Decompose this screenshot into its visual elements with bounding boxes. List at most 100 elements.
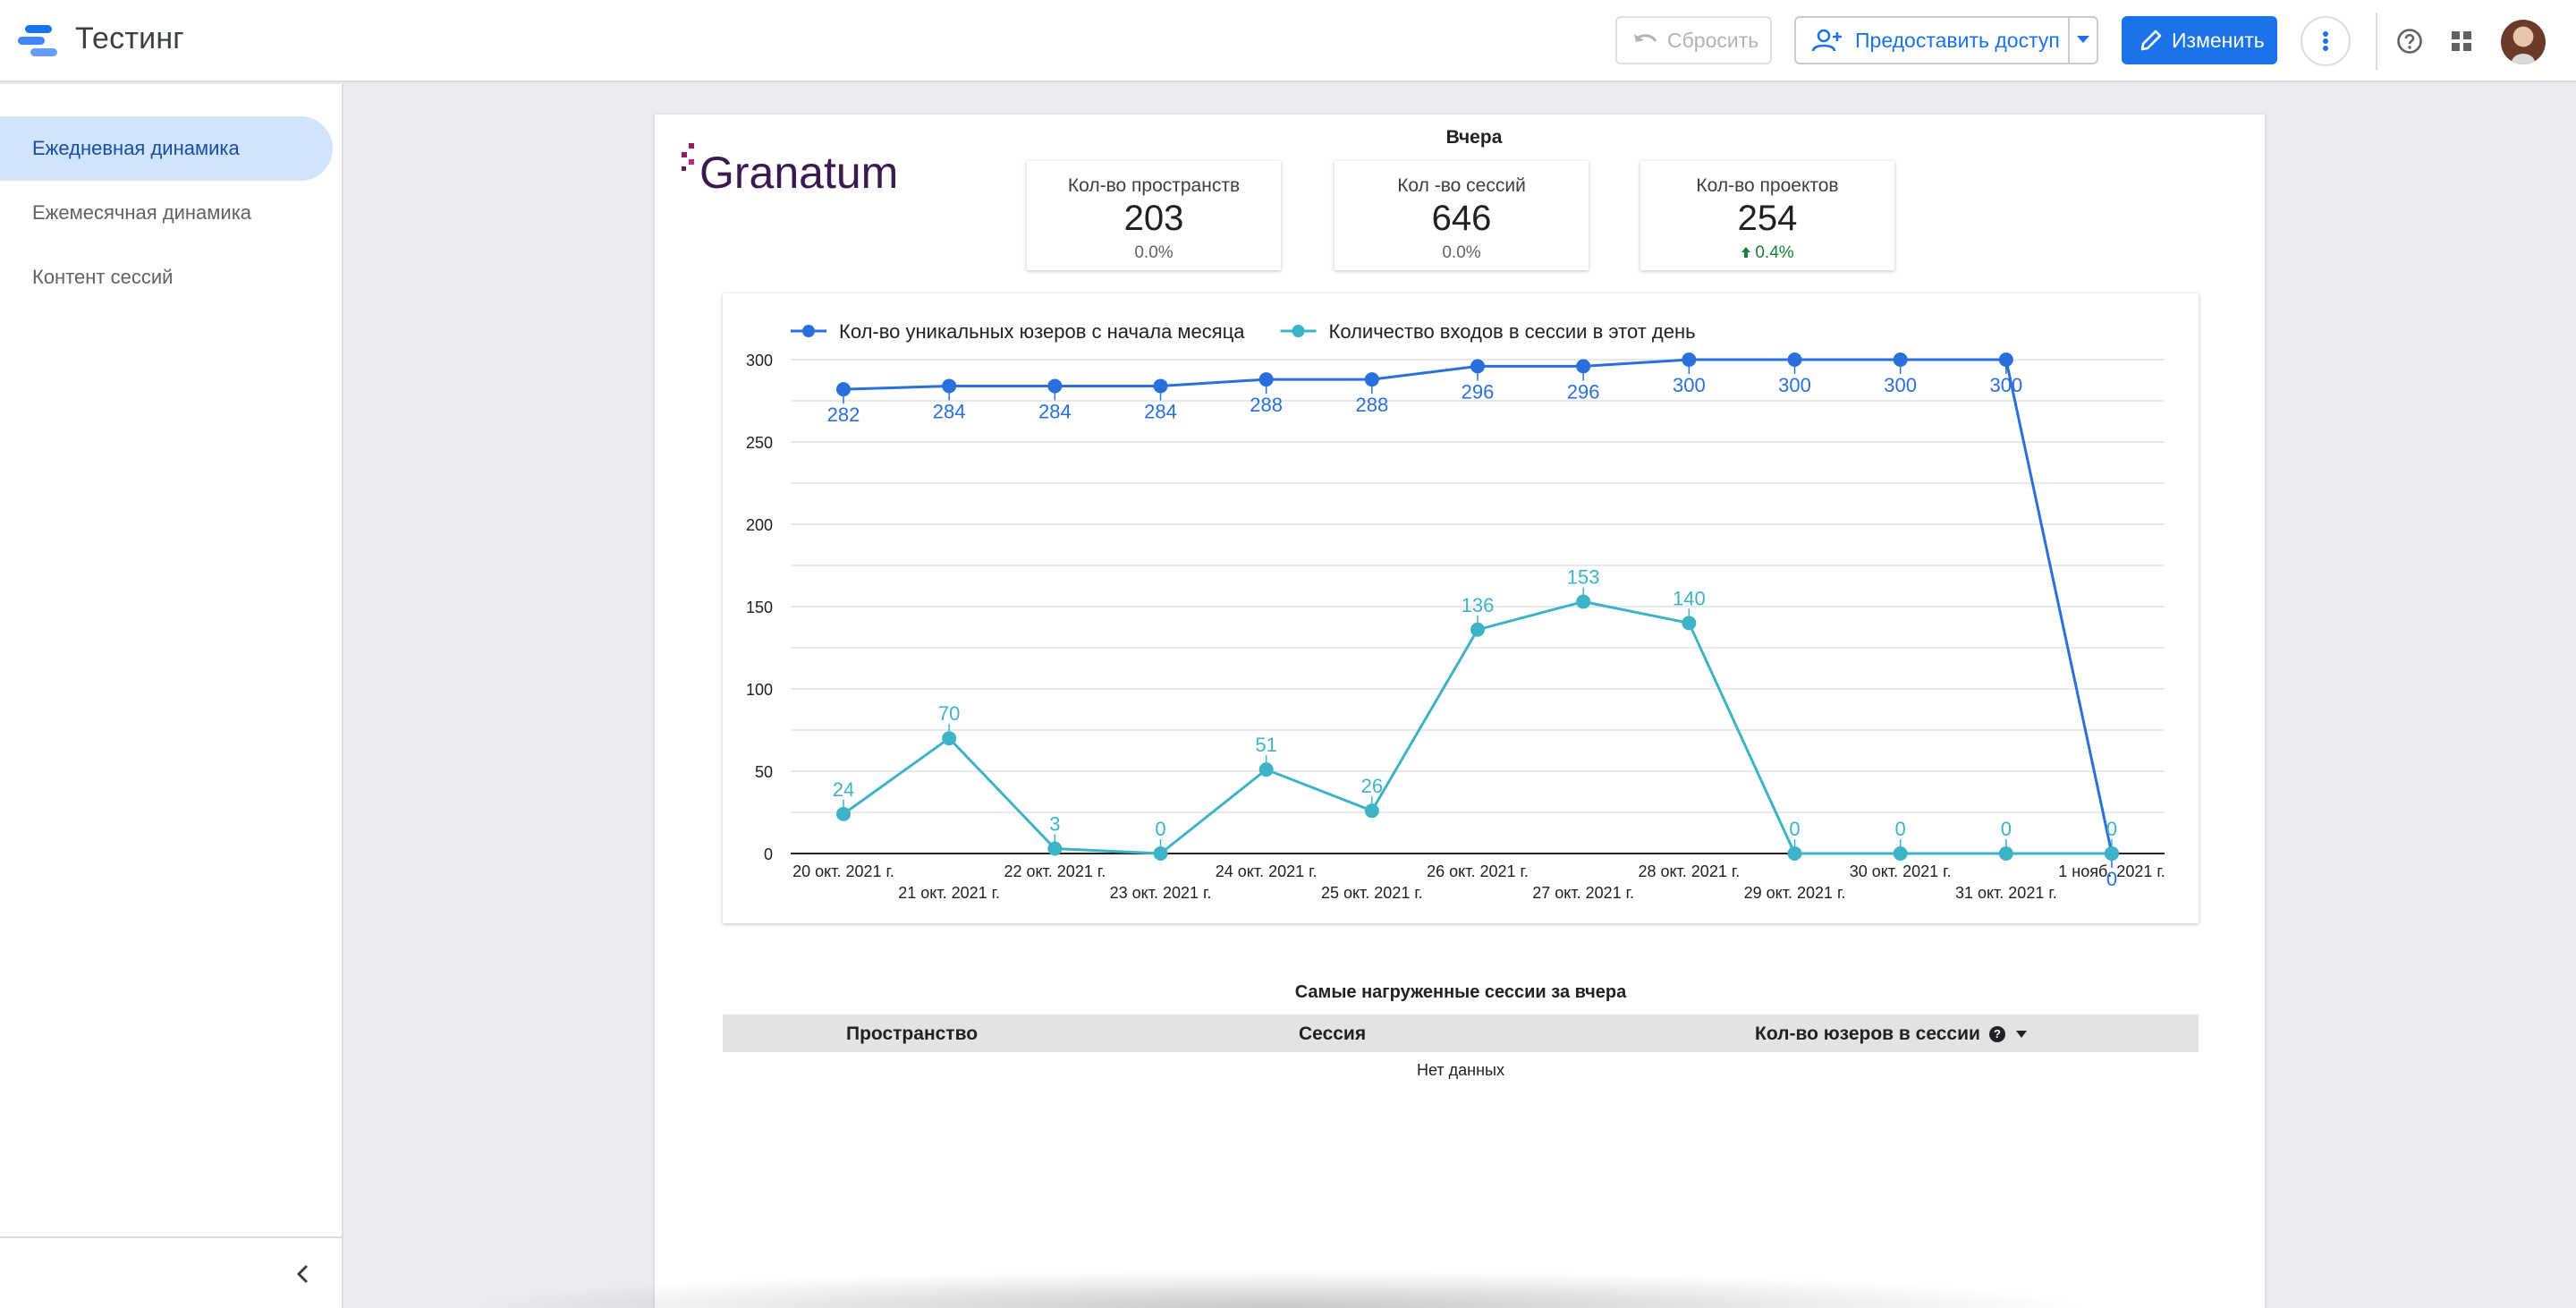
report-title[interactable]: Тестинг [75, 21, 184, 56]
x-tick-label: 21 окт. 2021 г. [898, 884, 1000, 902]
data-point [1998, 846, 2013, 861]
kpi-delta: 0.4% [1640, 243, 1894, 263]
data-label: 0 [1789, 818, 1800, 840]
y-tick-label: 250 [746, 434, 773, 452]
more-vert-icon [2323, 31, 2328, 51]
y-tick-label: 50 [755, 763, 773, 781]
help-icon [2397, 29, 2422, 54]
share-button[interactable]: Предоставить доступ [1794, 16, 2098, 64]
granatum-logo-text: Granatum [699, 148, 898, 198]
data-point [1576, 359, 1591, 374]
apps-button[interactable] [2436, 16, 2487, 66]
kpi-label: Кол-во проектов [1696, 175, 1839, 196]
sidebar-item-monthly[interactable]: Ежемесячная динамика [0, 181, 333, 245]
canvas-shadow [465, 1270, 2093, 1308]
collapse-sidebar-button[interactable] [288, 1260, 317, 1288]
more-options-button[interactable] [2301, 16, 2351, 66]
table-empty-message: Нет данных [1417, 1061, 1504, 1079]
data-label: 24 [833, 778, 854, 801]
data-label: 300 [1778, 374, 1811, 396]
data-label: 288 [1250, 394, 1283, 416]
x-tick-label: 25 окт. 2021 г. [1321, 884, 1423, 902]
y-tick-label: 100 [746, 681, 773, 699]
data-label: 0 [2106, 818, 2117, 840]
data-point [836, 806, 851, 821]
kpi-value: 203 [1123, 199, 1184, 238]
line-chart-card[interactable]: 0 50 100 150 200 250 300 20 окт. 2021 г. 21 окт.… [723, 293, 2199, 923]
kpi-delta-value: 0.4% [1755, 243, 1794, 262]
data-label: 0 [1155, 818, 1165, 840]
x-tick-label: 29 окт. 2021 г. [1744, 884, 1846, 902]
help-icon[interactable]: ? [1988, 1026, 2005, 1043]
legend-label: Кол-во уникальных юзеров с начала месяца [839, 320, 1245, 343]
data-point [1364, 372, 1379, 387]
data-label: 300 [1989, 374, 2022, 396]
share-split-divider [2068, 18, 2070, 63]
data-label: 3 [1049, 812, 1060, 835]
x-tick-label: 28 окт. 2021 г. [1638, 862, 1740, 880]
data-label: 288 [1355, 394, 1388, 416]
arrow-up-icon [1741, 247, 1751, 258]
y-tick-label: 200 [746, 516, 773, 534]
data-point [942, 378, 957, 394]
data-point [1258, 372, 1274, 387]
column-header-space[interactable]: Пространство [846, 1023, 978, 1045]
kpi-card-sessions[interactable]: Кол -во сессий 646 0.0% [1335, 161, 1589, 270]
data-point [1998, 352, 2013, 367]
x-tick-label: 30 окт. 2021 г. [1850, 862, 1952, 880]
data-label: 153 [1567, 565, 1600, 588]
edit-button[interactable]: Изменить [2122, 16, 2277, 64]
data-point [1153, 378, 1168, 394]
data-point [1787, 846, 1802, 861]
x-tick-label: 22 окт. 2021 г. [1004, 862, 1106, 880]
data-label: 296 [1462, 380, 1495, 403]
sort-descending-icon[interactable] [2015, 1031, 2027, 1039]
looker-studio-logo-icon[interactable] [18, 23, 59, 59]
kpi-card-projects[interactable]: Кол-во проектов 254 0.4% [1640, 161, 1894, 270]
sidebar-item-daily[interactable]: Ежедневная динамика [0, 116, 333, 181]
kpi-label: Кол -во сессий [1397, 175, 1526, 196]
kpi-value: 254 [1737, 199, 1798, 238]
sidebar-item-session-content[interactable]: Контент сессий [0, 245, 333, 310]
pencil-icon [2140, 30, 2162, 51]
data-label: 0 [2001, 818, 2012, 840]
pages-sidebar: Ежедневная динамика Ежемесячная динамика… [0, 84, 343, 1308]
edit-button-label: Изменить [2172, 28, 2265, 52]
help-button[interactable] [2385, 16, 2435, 66]
data-label: 136 [1462, 594, 1495, 616]
column-header-users-in-session[interactable]: Кол-во юзеров в сессии? [1755, 1023, 2027, 1045]
data-label: 70 [938, 702, 960, 725]
data-point [1364, 803, 1379, 819]
legend-marker [802, 325, 815, 337]
data-point [1470, 359, 1485, 374]
line-chart[interactable]: 05010015020025030020 окт. 2021 г.21 окт.… [723, 293, 2199, 923]
data-point [1682, 352, 1697, 367]
data-point [1787, 352, 1802, 367]
reset-button[interactable]: Сбросить [1615, 16, 1772, 64]
column-header-session[interactable]: Сессия [1299, 1023, 1366, 1045]
x-tick-label: 27 окт. 2021 г. [1532, 884, 1634, 902]
series-line [843, 599, 2112, 855]
share-button-label: Предоставить доступ [1855, 28, 2060, 52]
person-add-icon [1812, 29, 1842, 52]
share-dropdown-arrow-icon[interactable] [2077, 36, 2089, 43]
data-label: 51 [1255, 734, 1276, 756]
chevron-left-icon [296, 1264, 309, 1284]
user-avatar[interactable] [2501, 20, 2546, 64]
data-point [1258, 762, 1274, 777]
data-point [942, 731, 957, 746]
data-point [1047, 841, 1063, 856]
data-label: 140 [1673, 587, 1706, 609]
data-label: 26 [1361, 775, 1383, 797]
y-tick-label: 150 [746, 599, 773, 616]
kpi-card-spaces[interactable]: Кол-во пространств 203 0.0% [1027, 161, 1281, 270]
legend-label: Количество входов в сессии в этот день [1329, 320, 1696, 343]
apps-grid-icon [2452, 31, 2471, 51]
data-point [1153, 846, 1168, 861]
data-label: 296 [1567, 380, 1600, 403]
data-label: 300 [1884, 374, 1917, 396]
kpi-value: 646 [1431, 199, 1492, 238]
data-label: 284 [933, 400, 966, 422]
kpi-label: Кол-во пространств [1067, 175, 1241, 196]
top-bar: Тестинг Сбросить Предоставить доступ Изм… [0, 0, 2576, 82]
